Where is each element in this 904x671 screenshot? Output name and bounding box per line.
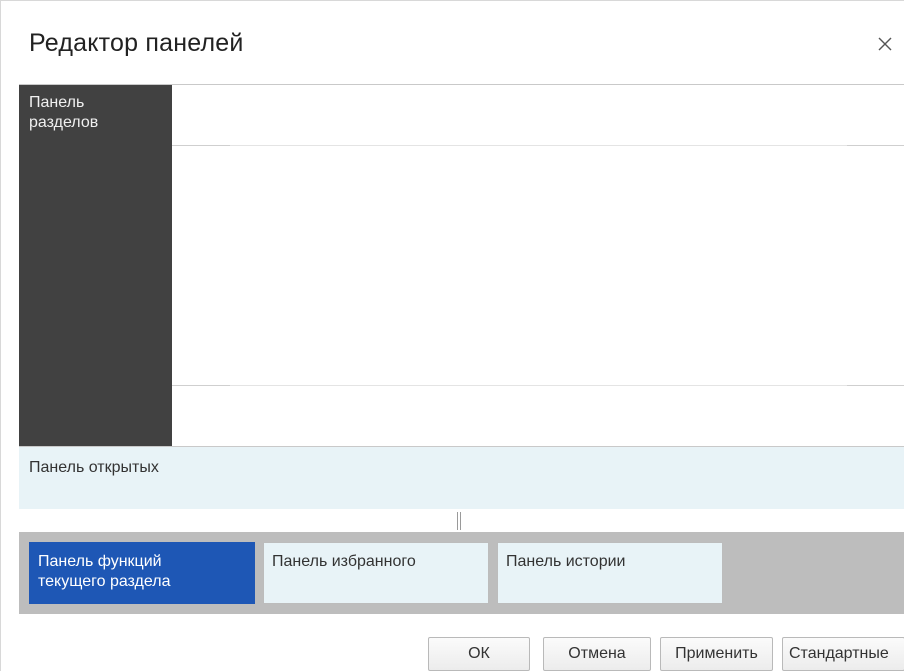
- defaults-button[interactable]: Стандартные: [782, 637, 904, 671]
- available-panels-area: Панель функций текущего раздела Панель и…: [19, 532, 904, 614]
- drop-zone-line: [230, 145, 847, 146]
- panel-editor-dialog: Редактор панелей Панель разделов Панель …: [0, 0, 904, 671]
- history-panel[interactable]: Панель истории: [497, 542, 723, 604]
- sections-panel-label-line2: разделов: [29, 114, 99, 131]
- sections-panel[interactable]: Панель разделов: [19, 85, 172, 446]
- work-area: [172, 85, 904, 446]
- open-items-panel[interactable]: Панель открытых: [19, 447, 904, 509]
- drop-zone-line: [847, 145, 904, 146]
- panel-layout-editor: Панель разделов Панель открытых Панель ф…: [19, 84, 904, 614]
- apply-button[interactable]: Применить: [660, 637, 773, 671]
- splitter-handle[interactable]: [457, 512, 461, 530]
- favorites-panel[interactable]: Панель избранного: [263, 542, 489, 604]
- panel-label-line1: Панель избранного: [272, 553, 416, 570]
- ok-button[interactable]: ОК: [428, 637, 530, 671]
- current-section-functions-panel[interactable]: Панель функций текущего раздела: [29, 542, 255, 604]
- panel-label-line1: Панель истории: [506, 553, 626, 570]
- open-items-panel-label: Панель открытых: [29, 459, 159, 476]
- sections-panel-label-line1: Панель: [29, 94, 85, 111]
- drop-zone-line: [172, 385, 230, 386]
- drop-zone-line: [847, 385, 904, 386]
- cancel-button[interactable]: Отмена: [543, 637, 651, 671]
- close-icon[interactable]: [874, 33, 896, 55]
- panel-label-line1: Панель функций: [38, 553, 162, 570]
- dialog-title: Редактор панелей: [29, 29, 244, 57]
- drop-zone-line: [172, 145, 230, 146]
- panel-label-line2: текущего раздела: [38, 573, 171, 590]
- drop-zone-line: [230, 385, 847, 386]
